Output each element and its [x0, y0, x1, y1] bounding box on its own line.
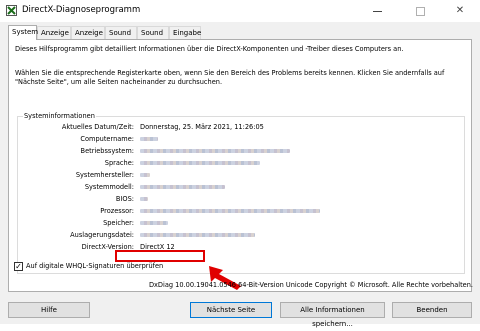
label-processor: Prozessor: [100, 207, 134, 215]
system-tab-panel: Dieses Hilfsprogramm gibt detailliert In… [8, 39, 472, 292]
copyright-text: DxDiag 10.00.19041.0546 64-Bit-Version U… [148, 281, 473, 289]
value-date-time: Donnerstag, 25. März 2021, 11:26:05 [140, 123, 264, 131]
whql-checkbox[interactable]: ✓ [14, 262, 23, 271]
close-button[interactable]: ✕ [440, 0, 480, 22]
redacted-processor [140, 209, 320, 213]
maximize-button[interactable] [400, 0, 440, 22]
intro-text-2: Wählen Sie die entsprechende Registerkar… [15, 69, 445, 77]
tab-eingabe[interactable]: Eingabe [169, 26, 201, 39]
redacted-model [140, 185, 225, 189]
maximize-icon [415, 6, 425, 16]
label-memory: Speicher: [103, 219, 134, 227]
redacted-computer-name [140, 137, 158, 141]
intro-text-1: Dieses Hilfsprogramm gibt detailliert In… [15, 45, 404, 53]
redacted-memory [140, 221, 168, 225]
label-os: Betriebssystem: [80, 147, 134, 155]
tab-sound-1[interactable]: Sound 1 [105, 26, 137, 50]
exit-button[interactable]: Beenden [392, 302, 472, 318]
minimize-icon [372, 10, 382, 12]
tab-anzeige-2[interactable]: Anzeige 2 [71, 26, 105, 50]
label-manufacturer: Systemhersteller: [75, 171, 134, 179]
label-bios: BIOS: [115, 195, 134, 203]
redacted-pagefile [140, 233, 255, 237]
redacted-bios [140, 197, 148, 201]
label-language: Sprache: [104, 159, 134, 167]
whql-checkbox-label: Auf digitale WHQL-Signaturen überprüfen [26, 262, 164, 270]
save-all-info-button[interactable]: Alle Informationen speichern... [280, 302, 385, 328]
label-computer-name: Computername: [80, 135, 134, 143]
window-title: DirectX-Diagnoseprogramm [22, 5, 141, 15]
group-title: Systeminformationen [23, 112, 96, 120]
redacted-language [140, 161, 260, 165]
intro-text-3: "Nächste Seite", um alle Seiten nacheina… [15, 78, 223, 86]
redacted-manufacturer [140, 173, 150, 177]
checkmark-icon: ✓ [15, 262, 22, 271]
dialog-client-area: System Anzeige 1 Anzeige 2 Sound 1 Sound… [0, 22, 480, 328]
minimize-button[interactable] [357, 0, 397, 22]
tab-sound-2[interactable]: Sound 2 [137, 26, 169, 50]
label-date-time: Aktuelles Datum/Zeit: [61, 123, 134, 131]
directx-version-highlight [115, 250, 205, 262]
label-model: Systemmodell: [84, 183, 134, 191]
directx-app-icon [6, 5, 17, 16]
redacted-os [140, 149, 290, 153]
system-info-group: Systeminformationen Aktuelles Datum/Zeit… [17, 112, 465, 274]
title-bar: DirectX-Diagnoseprogramm ✕ [0, 0, 480, 22]
next-page-button[interactable]: Nächste Seite [190, 302, 272, 318]
help-button[interactable]: Hilfe [8, 302, 90, 318]
tab-system[interactable]: System [8, 25, 38, 40]
tab-anzeige-1[interactable]: Anzeige 1 [37, 26, 71, 50]
close-icon: ✕ [455, 5, 465, 16]
label-pagefile: Auslagerungsdatei: [70, 231, 134, 239]
